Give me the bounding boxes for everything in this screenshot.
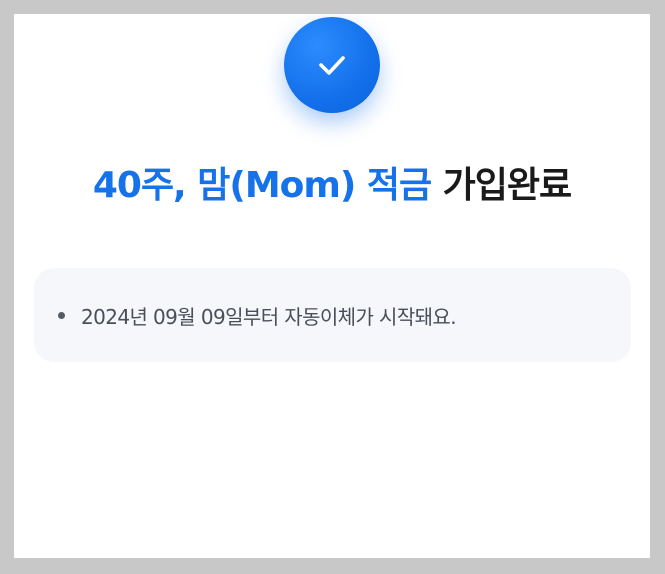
signup-complete-screen: 40주, 맘(Mom) 적금 가입완료 2024년 09월 09일부터 자동이체… [14, 14, 650, 558]
completion-title: 40주, 맘(Mom) 적금 가입완료 [14, 164, 650, 208]
completion-label: 가입완료 [431, 165, 572, 206]
check-icon [319, 56, 345, 75]
product-name: 40주, 맘(Mom) 적금 [92, 165, 432, 206]
success-badge [284, 17, 380, 113]
notice-item: 2024년 09월 09일부터 자동이체가 시작돼요. [58, 301, 457, 330]
auto-transfer-notice: 2024년 09월 09일부터 자동이체가 시작돼요. [81, 305, 457, 329]
bullet-icon [58, 312, 65, 319]
notice-box: 2024년 09월 09일부터 자동이체가 시작돼요. [34, 268, 631, 362]
